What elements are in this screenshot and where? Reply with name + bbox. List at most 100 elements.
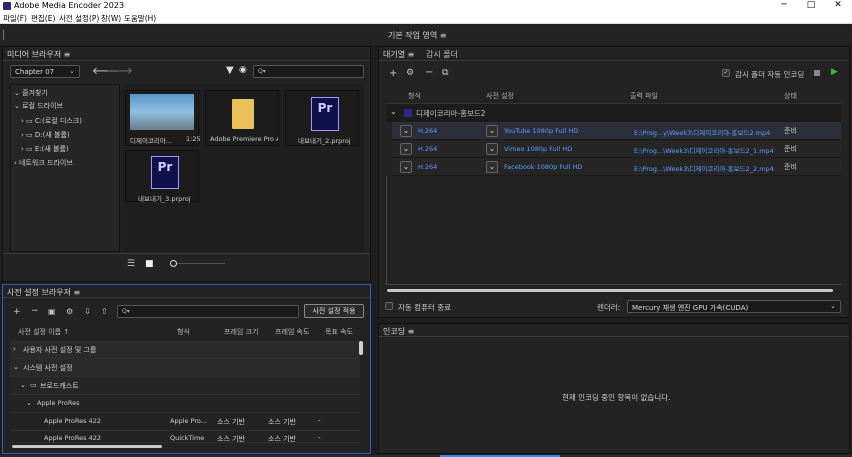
maximize-button[interactable]: □ (798, 0, 824, 13)
preset-dropdown[interactable]: ⌄ (486, 161, 498, 173)
tree-local-drives[interactable]: ⌄ 로컬 드라이브 (14, 101, 63, 111)
media-item-video[interactable]: 디제이코리아... 1:25 (125, 90, 201, 146)
add-source-icon[interactable]: + (389, 68, 397, 79)
tree-network-drives[interactable]: › 네트워크 드라이브 (14, 158, 73, 168)
close-button[interactable]: ✕ (825, 0, 851, 13)
queue-group[interactable]: ⌄ 디제이코리아-홍보드2 (386, 103, 841, 122)
premiere-project-icon: Pr (151, 156, 179, 189)
thumbnail-size-slider[interactable] (173, 263, 225, 264)
column-preset[interactable]: 사전 설정 (486, 91, 514, 101)
queue-row-preset[interactable]: Vimeo 1080p Full HD (504, 145, 572, 153)
chevron-down-icon[interactable]: ⌄ (20, 381, 26, 389)
apply-preset-button[interactable]: 사전 설정 적용 (304, 304, 364, 318)
tree-drive-e[interactable]: › ▭ E:(새 볼륨) (21, 144, 69, 154)
queue-row-output[interactable]: E:\Prog...\Week3\디제이코리아-홍보드2_2.mp4 (634, 163, 774, 173)
new-group-icon[interactable]: ▣ (48, 307, 56, 316)
queue-row-format[interactable]: H.264 (418, 127, 437, 135)
chevron-down-icon[interactable]: ⌄ (26, 399, 32, 407)
preset-group-row[interactable]: ⌄ ▭ 브로드캐스트 (10, 377, 360, 395)
tree-drive-d[interactable]: › ▭ D:(새 볼륨) (21, 130, 70, 140)
preset-row[interactable]: Apple ProRes 422 Apple Pro... 소스 기반 소스 기… (10, 413, 360, 431)
column-status[interactable]: 상태 (784, 91, 797, 101)
preset-settings-icon[interactable]: ⚙ (406, 68, 414, 78)
queue-row-format[interactable]: H.264 (418, 163, 437, 171)
play-icon[interactable]: ▶ (831, 67, 838, 77)
format-dropdown[interactable]: ⌄ (400, 161, 412, 173)
queue-row-output[interactable]: E:\Prog...\Week3\디제이코리아-홍보드2_1.mp4 (634, 145, 774, 155)
export-preset-icon[interactable]: ⇧ (101, 307, 108, 316)
tree-drive-c[interactable]: › ▭ C:(로컬 디스크) (21, 116, 82, 126)
queue-row[interactable]: ⌄ H.264 ⌄ Facebook 1080p Full HD E:\Prog… (392, 158, 841, 176)
column-format[interactable]: 형식 (177, 327, 190, 337)
horizontal-scrollbar[interactable] (387, 289, 833, 292)
menu-presets[interactable]: 사전 설정(P) (59, 13, 99, 24)
queue-row[interactable]: ⌄ H.264 ⌄ YouTube 1080p Full HD E:\Prog.… (392, 122, 841, 140)
column-frame-size[interactable]: 프레임 크기 (224, 327, 258, 337)
tree-favorites[interactable]: ⌄ 즐겨찾기 (14, 88, 48, 98)
chevron-down-icon[interactable]: ⌄ (13, 363, 19, 371)
queue-list-border (386, 176, 387, 284)
format-dropdown[interactable]: ⌄ (400, 143, 412, 155)
queue-row-status: 준비 (784, 127, 797, 135)
preset-dropdown[interactable]: ⌄ (486, 125, 498, 137)
workspace-label[interactable]: 기본 작업 영역 ≡ (388, 30, 447, 41)
queue-row[interactable]: ⌄ H.264 ⌄ Vimeo 1080p Full HD E:\Prog...… (392, 140, 841, 158)
eye-icon[interactable]: ◉ (239, 65, 247, 75)
list-view-icon[interactable]: ☰ (127, 259, 135, 269)
vertical-scrollbar[interactable] (359, 341, 363, 355)
media-item-folder[interactable]: Adobe Premiere Pro Au... (205, 90, 279, 146)
auto-encode-checkbox[interactable]: ✓ (722, 69, 730, 77)
horizontal-scrollbar[interactable] (12, 445, 162, 448)
format-dropdown[interactable]: ⌄ (400, 125, 412, 137)
chevron-down-icon: ⌄ (830, 302, 836, 310)
preset-row[interactable]: Apple ProRes 422 QuickTime 소스 기반 소스 기반 - (10, 431, 360, 443)
column-format[interactable]: 형식 (408, 91, 421, 101)
queue-row-output[interactable]: E:\Prog...y\Week3\디제이코리아-홍보드2.mp4 (634, 127, 770, 137)
duplicate-icon[interactable]: ⧉ (442, 68, 448, 78)
preset-search-input[interactable]: Q▾ (117, 305, 299, 318)
media-item-project-3[interactable]: Pr 내보내기_3.prproj (125, 150, 199, 203)
thumbnail-view-icon[interactable]: ■ (145, 259, 154, 269)
slider-handle[interactable] (170, 260, 177, 267)
menu-edit[interactable]: 편집(E) (31, 13, 55, 24)
queue-row-preset[interactable]: YouTube 1080p Full HD (504, 127, 578, 135)
media-browser-title[interactable]: 미디어 브라우저 ≡ (7, 49, 70, 60)
preset-frame-size: 소스 기반 (217, 418, 245, 426)
menu-window[interactable]: 창(W) (101, 13, 121, 24)
forward-arrow-icon[interactable]: 🡒 (106, 65, 133, 77)
preset-settings-icon[interactable]: ⚙ (66, 307, 73, 316)
import-preset-icon[interactable]: ⇩ (84, 307, 91, 316)
folder-select[interactable]: Chapter 07 ⌄ (10, 65, 80, 78)
remove-icon[interactable]: − (425, 67, 433, 78)
column-output[interactable]: 출력 파일 (630, 91, 658, 101)
menu-help[interactable]: 도움말(H) (124, 13, 156, 24)
queue-row-status: 준비 (784, 163, 797, 171)
column-target-rate[interactable]: 목표 속도 (325, 327, 353, 337)
renderer-select[interactable]: Mercury 재생 엔진 GPU 가속(CUDA) ⌄ (627, 300, 841, 313)
remove-preset-icon[interactable]: − (31, 306, 39, 316)
stop-icon[interactable] (814, 70, 820, 76)
chevron-right-icon[interactable]: › (13, 345, 16, 353)
filter-icon[interactable]: ▼ (226, 65, 234, 76)
column-frame-rate[interactable]: 프레임 속도 (275, 327, 309, 337)
add-preset-icon[interactable]: + (13, 307, 21, 317)
tab-watch-folders[interactable]: 감시 폴더 (426, 49, 458, 60)
preset-dropdown[interactable]: ⌄ (486, 143, 498, 155)
queue-row-format[interactable]: H.264 (418, 145, 437, 153)
preset-group-row[interactable]: ⌄ Apple ProRes (10, 395, 360, 413)
tab-queue[interactable]: 대기열 ≡ (383, 49, 414, 60)
encoding-empty-message: 현재 인코딩 중인 항목이 없습니다. (562, 393, 671, 402)
renderer-select-value: Mercury 재생 엔진 GPU 가속(CUDA) (632, 304, 749, 312)
minimize-button[interactable]: ─ (771, 0, 797, 13)
queue-list-border (386, 284, 841, 285)
preset-group-row[interactable]: ⌄ 시스템 사전 설정 (10, 359, 360, 377)
menu-file[interactable]: 파일(F) (3, 13, 27, 24)
preset-group-row[interactable]: › 사용자 사전 설정 및 그룹 (10, 341, 360, 359)
media-search-input[interactable]: Q▾ (253, 65, 364, 78)
media-item-project-2[interactable]: Pr 내보내기_2.prproj (285, 90, 359, 146)
queue-row-preset[interactable]: Facebook 1080p Full HD (504, 163, 582, 171)
column-preset-name[interactable]: 사전 설정 이름 ↑ (18, 327, 69, 337)
chevron-down-icon[interactable]: ⌄ (390, 107, 397, 116)
media-item-name: 내보내기_3.prproj (138, 195, 191, 203)
auto-shutdown-checkbox[interactable] (385, 302, 393, 310)
